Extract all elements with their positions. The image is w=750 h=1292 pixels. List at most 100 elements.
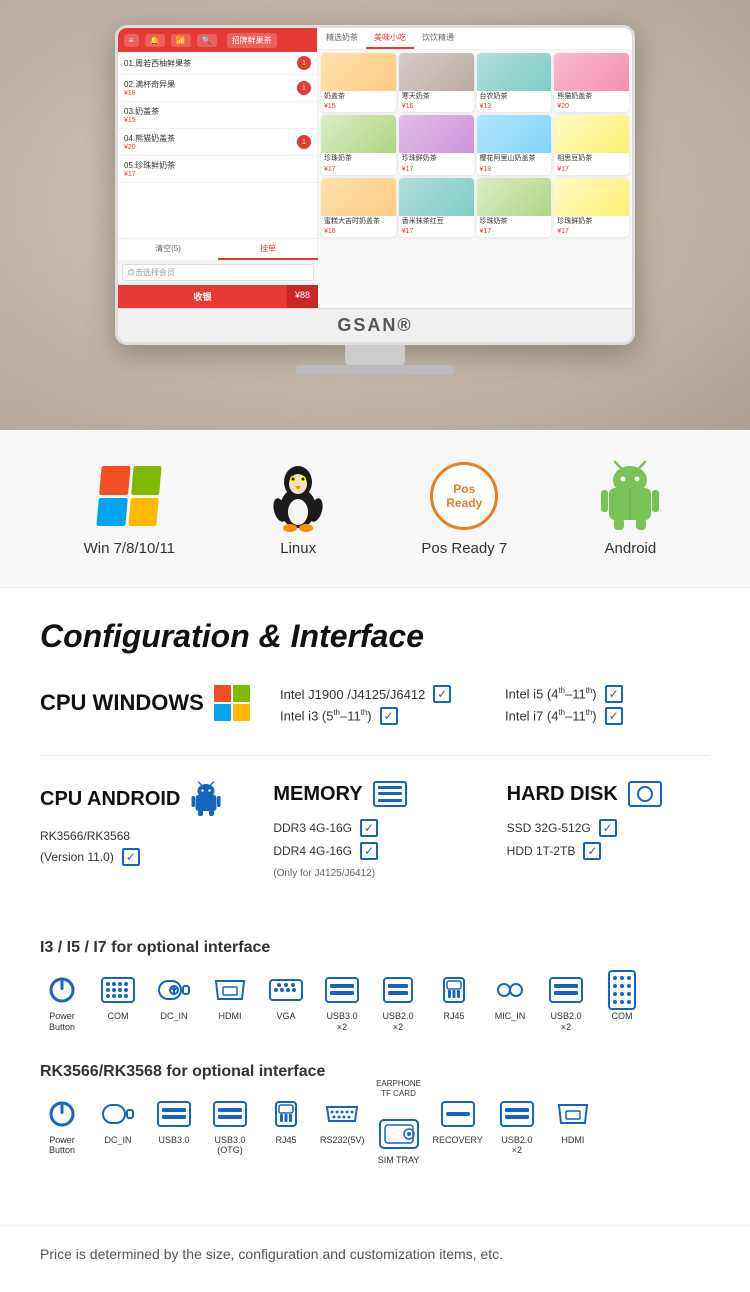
iface-com-label-2: COM — [612, 1011, 633, 1022]
iface-rk-usb2-label: USB2.0×2 — [501, 1135, 532, 1157]
android-model: RK3566/RK3568 — [40, 829, 243, 843]
hdd-option-1: HDD 1T-2TB ✓ — [507, 842, 710, 860]
iface-rk-rs232-label: RS232(5V) — [320, 1135, 365, 1146]
hdd-checkbox-0: ✓ — [599, 819, 617, 837]
memory-checkbox-0: ✓ — [360, 819, 378, 837]
memory-block: MEMORY DDR3 4G-16G ✓ DDR4 4G-16G ✓ — [273, 781, 476, 879]
price-note: Price is determined by the size, configu… — [0, 1225, 750, 1292]
hdmi-icon — [210, 973, 250, 1007]
iface-rj45-label: RJ45 — [443, 1011, 464, 1022]
android-svg — [601, 460, 659, 532]
rk-power-icon — [42, 1097, 82, 1131]
windows-icon — [93, 460, 165, 532]
config-title: Configuration & Interface — [40, 618, 710, 655]
android-version: (Version 11.0) ✓ — [40, 848, 243, 866]
memory-header: MEMORY — [273, 781, 476, 807]
specs-row: CPU ANDROID RK3566/RK3568 — [40, 781, 710, 879]
windows-small-icon — [214, 685, 250, 721]
price-note-text: Price is determined by the size, configu… — [40, 1246, 503, 1262]
iface-rk-rj45: RJ45 — [264, 1097, 308, 1146]
memory-option-0: DDR3 4G-16G ✓ — [273, 819, 476, 837]
power-icon — [42, 973, 82, 1007]
tux-svg — [268, 460, 328, 532]
hdd-icon — [628, 781, 662, 807]
brand-label: GSAN® — [118, 308, 632, 342]
os-item-windows: Win 7/8/10/11 — [84, 460, 175, 557]
iface-vga-label: VGA — [276, 1011, 295, 1022]
cpu-windows-row: CPU WINDOWS Intel J1900 /J4125/J6412 ✓ I… — [40, 685, 710, 725]
earphone-tfcard-label: EARPHONETF CARD — [376, 1079, 421, 1100]
iface-usb2-label-2: USB2.0×2 — [550, 1011, 581, 1033]
hdd-option-0: SSD 32G-512G ✓ — [507, 819, 710, 837]
linux-label: Linux — [280, 540, 316, 557]
checkbox-0: ✓ — [433, 685, 451, 703]
iface-power-label: PowerButton — [49, 1011, 75, 1033]
os-item-linux: Linux — [262, 460, 334, 557]
interface-section: I3 / I5 / I7 for optional interface Powe… — [0, 939, 750, 1225]
android-version-text: (Version 11.0) — [40, 850, 114, 864]
hero-section: ≡🔔📶🔍 招牌鲜果茶 01.周若西柚鲜果茶 1 02.满杯奇异果¥18 1 — [0, 0, 750, 430]
iface-hdmi-label: HDMI — [219, 1011, 242, 1022]
i3-subtitle: I3 / I5 / I7 for optional interface — [40, 939, 710, 957]
windows-flag — [97, 466, 162, 526]
hard-disk-title: HARD DISK — [507, 783, 618, 806]
rk-usb3-icon — [154, 1097, 194, 1131]
iface-dc-in: DC_IN — [152, 973, 196, 1022]
android-icon — [594, 460, 666, 532]
cpu-option-text-2: Intel i5 (4th–11th) — [505, 686, 597, 701]
cpu-android-title: CPU ANDROID — [40, 788, 180, 811]
memory-options: DDR3 4G-16G ✓ DDR4 4G-16G ✓ (Only for J4… — [273, 819, 476, 879]
iface-mic-in: MIC_IN — [488, 973, 532, 1022]
checkbox-3: ✓ — [605, 707, 623, 725]
iface-rk-simtray-label: SIM TRAY — [378, 1155, 420, 1166]
usb2-icon-2 — [546, 973, 586, 1007]
posready-label: Pos Ready 7 — [421, 540, 507, 557]
iface-rk-simtray: EARPHONETF CARD SIM TRAY — [377, 1117, 421, 1166]
iface-dc-label: DC_IN — [160, 1011, 187, 1022]
android-spec-icon — [190, 781, 222, 817]
android-checkbox: ✓ — [122, 848, 140, 866]
cpu-windows-label: CPU WINDOWS — [40, 685, 260, 721]
iface-com-1: COM — [96, 973, 140, 1022]
usb2-icon-1 — [378, 973, 418, 1007]
iface-rk-recovery: RECOVERY — [433, 1097, 483, 1146]
checkbox-2: ✓ — [605, 685, 623, 703]
rj45-icon — [434, 973, 474, 1007]
hdd-text-1: HDD 1T-2TB — [507, 844, 576, 858]
memory-checkbox-1: ✓ — [360, 842, 378, 860]
hard-disk-block: HARD DISK SSD 32G-512G ✓ HDD 1T-2TB ✓ — [507, 781, 710, 860]
config-section: Configuration & Interface CPU WINDOWS In… — [0, 588, 750, 939]
checkbox-1: ✓ — [380, 707, 398, 725]
hard-disk-header: HARD DISK — [507, 781, 710, 807]
iface-hdmi: HDMI — [208, 973, 252, 1022]
rk-rj45-icon — [266, 1097, 306, 1131]
iface-rk-usb3-label: USB3.0 — [158, 1135, 189, 1146]
cpu-option-3: Intel i7 (4th–11th) ✓ — [505, 707, 710, 725]
posready-circle: PosReady — [430, 462, 498, 530]
hdd-text-0: SSD 32G-512G — [507, 821, 591, 835]
memory-icon — [373, 781, 407, 807]
rk-subtitle: RK3566/RK3568 for optional interface — [40, 1063, 710, 1081]
android-label: Android — [605, 540, 657, 557]
posready-text: PosReady — [446, 482, 482, 511]
iface-usb2-2: USB2.0×2 — [544, 973, 588, 1033]
iface-rk-dc-label: DC_IN — [104, 1135, 131, 1146]
iface-rk-hdmi-label: HDMI — [561, 1135, 584, 1146]
rk-usb3-otg-icon — [210, 1097, 250, 1131]
iface-rk-usb3: USB3.0 — [152, 1097, 196, 1146]
mic-icon — [490, 973, 530, 1007]
memory-option-text-0: DDR3 4G-16G — [273, 821, 352, 835]
iface-vga: VGA — [264, 973, 308, 1022]
rk-icons: PowerButton DC_IN USB3.0 — [40, 1097, 710, 1166]
iface-mic-label: MIC_IN — [495, 1011, 526, 1022]
rk-recovery-icon — [438, 1097, 478, 1131]
memory-option-text-1: DDR4 4G-16G — [273, 844, 352, 858]
iface-rk-usb3-otg-label: USB3.0(OTG) — [214, 1135, 245, 1157]
rk-dc-icon — [98, 1097, 138, 1131]
i3-icons: PowerButton — [40, 973, 710, 1033]
rk-simtray-icon — [379, 1117, 419, 1151]
iface-power-button: PowerButton — [40, 973, 84, 1033]
monitor-stand — [345, 345, 405, 365]
cpu-windows-options: Intel J1900 /J4125/J6412 ✓ Intel i5 (4th… — [280, 685, 710, 725]
cpu-option-1: Intel i3 (5th–11th) ✓ — [280, 707, 485, 725]
